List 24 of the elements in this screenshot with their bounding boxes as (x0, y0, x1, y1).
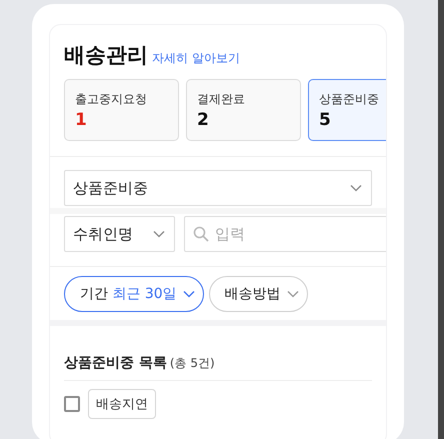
status-card[interactable]: 상품준비중 5 (308, 79, 386, 141)
filter-chip[interactable]: 배송방법 (208, 276, 308, 312)
search-field[interactable]: 입력 (184, 216, 386, 252)
status-label: 상품준비중 (319, 91, 380, 108)
search-type-dropdown[interactable]: 수취인명 (64, 216, 175, 252)
page-title: 배송관리 (64, 42, 148, 69)
status-count: 2 (197, 110, 210, 130)
chevron-down-icon (286, 290, 299, 298)
status-card[interactable]: 출고중지요청 1 (64, 79, 179, 141)
status-count: 5 (319, 110, 332, 130)
checkbox[interactable] (64, 396, 80, 412)
status-dropdown[interactable]: 상품준비중 (64, 170, 372, 206)
list-title: 상품준비중 목록 (64, 354, 167, 372)
learn-more-link[interactable]: 자세히 알아보기 (152, 50, 240, 67)
status-label: 결제완료 (197, 91, 246, 108)
chevron-down-icon (350, 184, 362, 192)
chevron-down-icon (182, 290, 195, 298)
status-label: 출고중지요청 (75, 91, 148, 108)
status-card[interactable]: 결제완료 2 (186, 79, 301, 141)
status-count: 1 (75, 110, 88, 130)
list-count: (총 5건) (170, 355, 215, 372)
delay-filter-button[interactable]: 배송지연 (88, 389, 156, 419)
chevron-down-icon (153, 230, 165, 238)
filter-chip[interactable]: 기간 최근 30일 (64, 276, 204, 312)
